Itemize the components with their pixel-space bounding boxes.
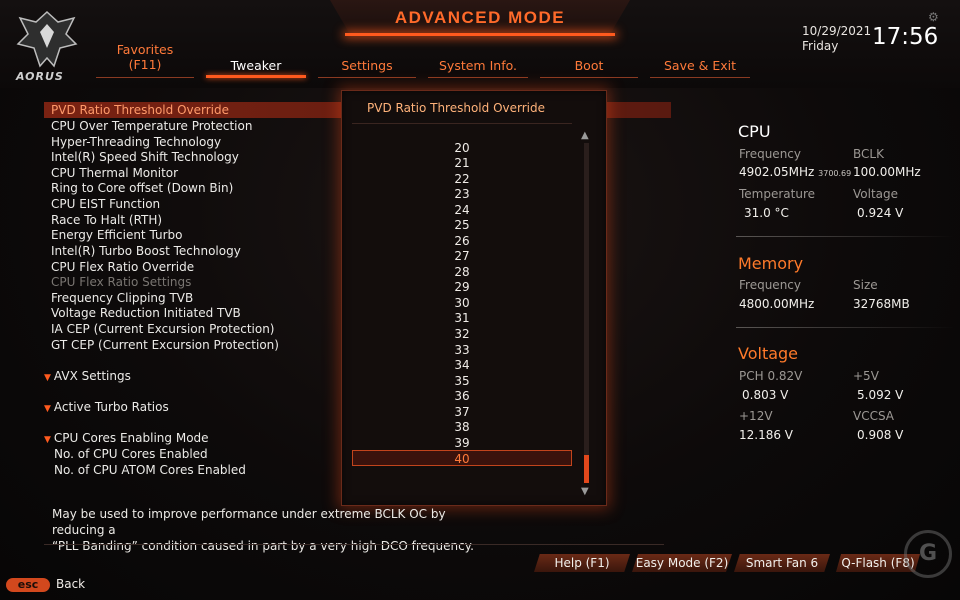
cpu-voltage-label: Voltage	[853, 187, 899, 201]
cpu-bclk-value: 100.00MHz	[853, 165, 921, 179]
popup-scrollbar-thumb[interactable]	[584, 455, 589, 483]
cpu-section-title: CPU	[738, 122, 771, 141]
scroll-down-arrow-icon[interactable]: ▼	[581, 486, 589, 497]
tab-system-info-label: System Info.	[439, 58, 517, 73]
popup-option[interactable]: 32	[352, 326, 572, 342]
tab-save-exit[interactable]: Save & Exit	[650, 42, 750, 78]
expand-triangle-icon: ▼	[44, 373, 51, 383]
popup-scrollbar[interactable]	[584, 143, 589, 483]
popup-title: PVD Ratio Threshold Override	[367, 101, 545, 115]
popup-option[interactable]: 34	[352, 357, 572, 373]
esc-key-button[interactable]: esc	[6, 578, 50, 592]
v5-voltage-value: 5.092 V	[857, 388, 904, 402]
popup-option-selected[interactable]: 40	[352, 450, 572, 466]
popup-option[interactable]: 25	[352, 217, 572, 233]
smart-fan-button[interactable]: Smart Fan 6 (F6)	[734, 554, 830, 572]
day-text: Friday	[802, 39, 839, 53]
clock: 17:56	[872, 24, 939, 50]
cpu-frequency-value: 4902.05MHz 3700.69	[739, 165, 851, 179]
popup-option[interactable]: 21	[352, 155, 572, 171]
info-divider	[736, 327, 954, 328]
cpu-frequency-sub: 3700.69	[818, 169, 852, 178]
expand-triangle-icon: ▼	[44, 404, 51, 414]
popup-option[interactable]: 27	[352, 248, 572, 264]
tab-save-exit-label: Save & Exit	[663, 58, 737, 73]
tab-tweaker[interactable]: Tweaker	[206, 42, 306, 78]
popup-option[interactable]: 23	[352, 186, 572, 202]
page-title: ADVANCED MODE	[394, 8, 566, 27]
expand-triangle-icon: ▼	[44, 435, 51, 445]
popup-option[interactable]: 35	[352, 373, 572, 389]
voltage-section-title: Voltage	[738, 344, 799, 363]
date-display: 10/29/2021 Friday	[802, 24, 871, 54]
cpu-temperature-label: Temperature	[739, 187, 816, 201]
tab-system-info[interactable]: System Info.	[428, 42, 528, 78]
popup-option[interactable]: 29	[352, 279, 572, 295]
popup-option[interactable]: 36	[352, 388, 572, 404]
popup-option[interactable]: 30	[352, 295, 572, 311]
v5-voltage-label: +5V	[853, 369, 879, 383]
memory-size-label: Size	[853, 278, 878, 292]
scroll-up-arrow-icon[interactable]: ▲	[581, 130, 589, 141]
tab-favorites-key: (F11)	[128, 57, 162, 72]
popup-option[interactable]: 33	[352, 342, 572, 358]
cpu-frequency-main: 4902.05MHz	[739, 165, 815, 179]
tab-favorites[interactable]: Favorites (F11)	[96, 42, 194, 78]
v12-voltage-value: 12.186 V	[739, 428, 794, 442]
section-cores-label: CPU Cores Enabling Mode	[53, 431, 209, 445]
pch-voltage-value: 0.803 V	[742, 388, 789, 402]
help-line-2: “PLL Banding” condition caused in part b…	[52, 539, 474, 553]
cpu-frequency-label: Frequency	[739, 147, 801, 161]
popup-option[interactable]: 20	[352, 140, 572, 156]
section-turbo-label: Active Turbo Ratios	[53, 400, 169, 414]
section-avx-label: AVX Settings	[53, 369, 131, 383]
help-line-1: May be used to improve performance under…	[52, 507, 446, 537]
popup-option[interactable]: 31	[352, 310, 572, 326]
popup-option[interactable]: 28	[352, 264, 572, 280]
date-text: 10/29/2021	[802, 24, 872, 38]
memory-frequency-label: Frequency	[739, 278, 801, 292]
vccsa-voltage-value: 0.908 V	[857, 428, 904, 442]
tab-settings-label: Settings	[341, 58, 393, 73]
tab-favorites-label: Favorites	[116, 42, 174, 57]
easy-mode-button[interactable]: Easy Mode (F2)	[632, 554, 732, 572]
tab-settings[interactable]: Settings	[318, 42, 416, 78]
cpu-bclk-label: BCLK	[853, 147, 884, 161]
brand-logo-text: AORUS	[16, 70, 64, 83]
popup-separator	[352, 123, 572, 124]
popup-option[interactable]: 38	[352, 419, 572, 435]
popup-option[interactable]: 39	[352, 435, 572, 451]
help-button[interactable]: Help (F1)	[534, 554, 630, 572]
popup-option[interactable]: 37	[352, 404, 572, 420]
memory-section-title: Memory	[738, 254, 804, 273]
gear-icon[interactable]: ⚙	[928, 10, 940, 24]
tab-tweaker-label: Tweaker	[230, 58, 282, 73]
tab-boot[interactable]: Boot	[540, 42, 638, 78]
popup-option[interactable]: 22	[352, 171, 572, 187]
back-label[interactable]: Back	[56, 577, 85, 591]
cpu-temperature-value: 31.0 °C	[744, 206, 789, 220]
v12-voltage-label: +12V	[739, 409, 773, 423]
footer-divider	[44, 544, 664, 545]
popup-option[interactable]: 26	[352, 233, 572, 249]
tab-boot-label: Boot	[574, 58, 604, 73]
memory-size-value: 32768MB	[853, 297, 910, 311]
popup-option[interactable]: 24	[352, 202, 572, 218]
title-glow	[345, 33, 615, 36]
pch-voltage-label: PCH 0.82V	[739, 369, 803, 383]
info-divider	[736, 236, 954, 237]
vccsa-voltage-label: VCCSA	[853, 409, 895, 423]
memory-frequency-value: 4800.00MHz	[739, 297, 815, 311]
help-description: May be used to improve performance under…	[44, 504, 492, 553]
watermark-icon: G	[904, 530, 952, 578]
cpu-voltage-value: 0.924 V	[857, 206, 904, 220]
